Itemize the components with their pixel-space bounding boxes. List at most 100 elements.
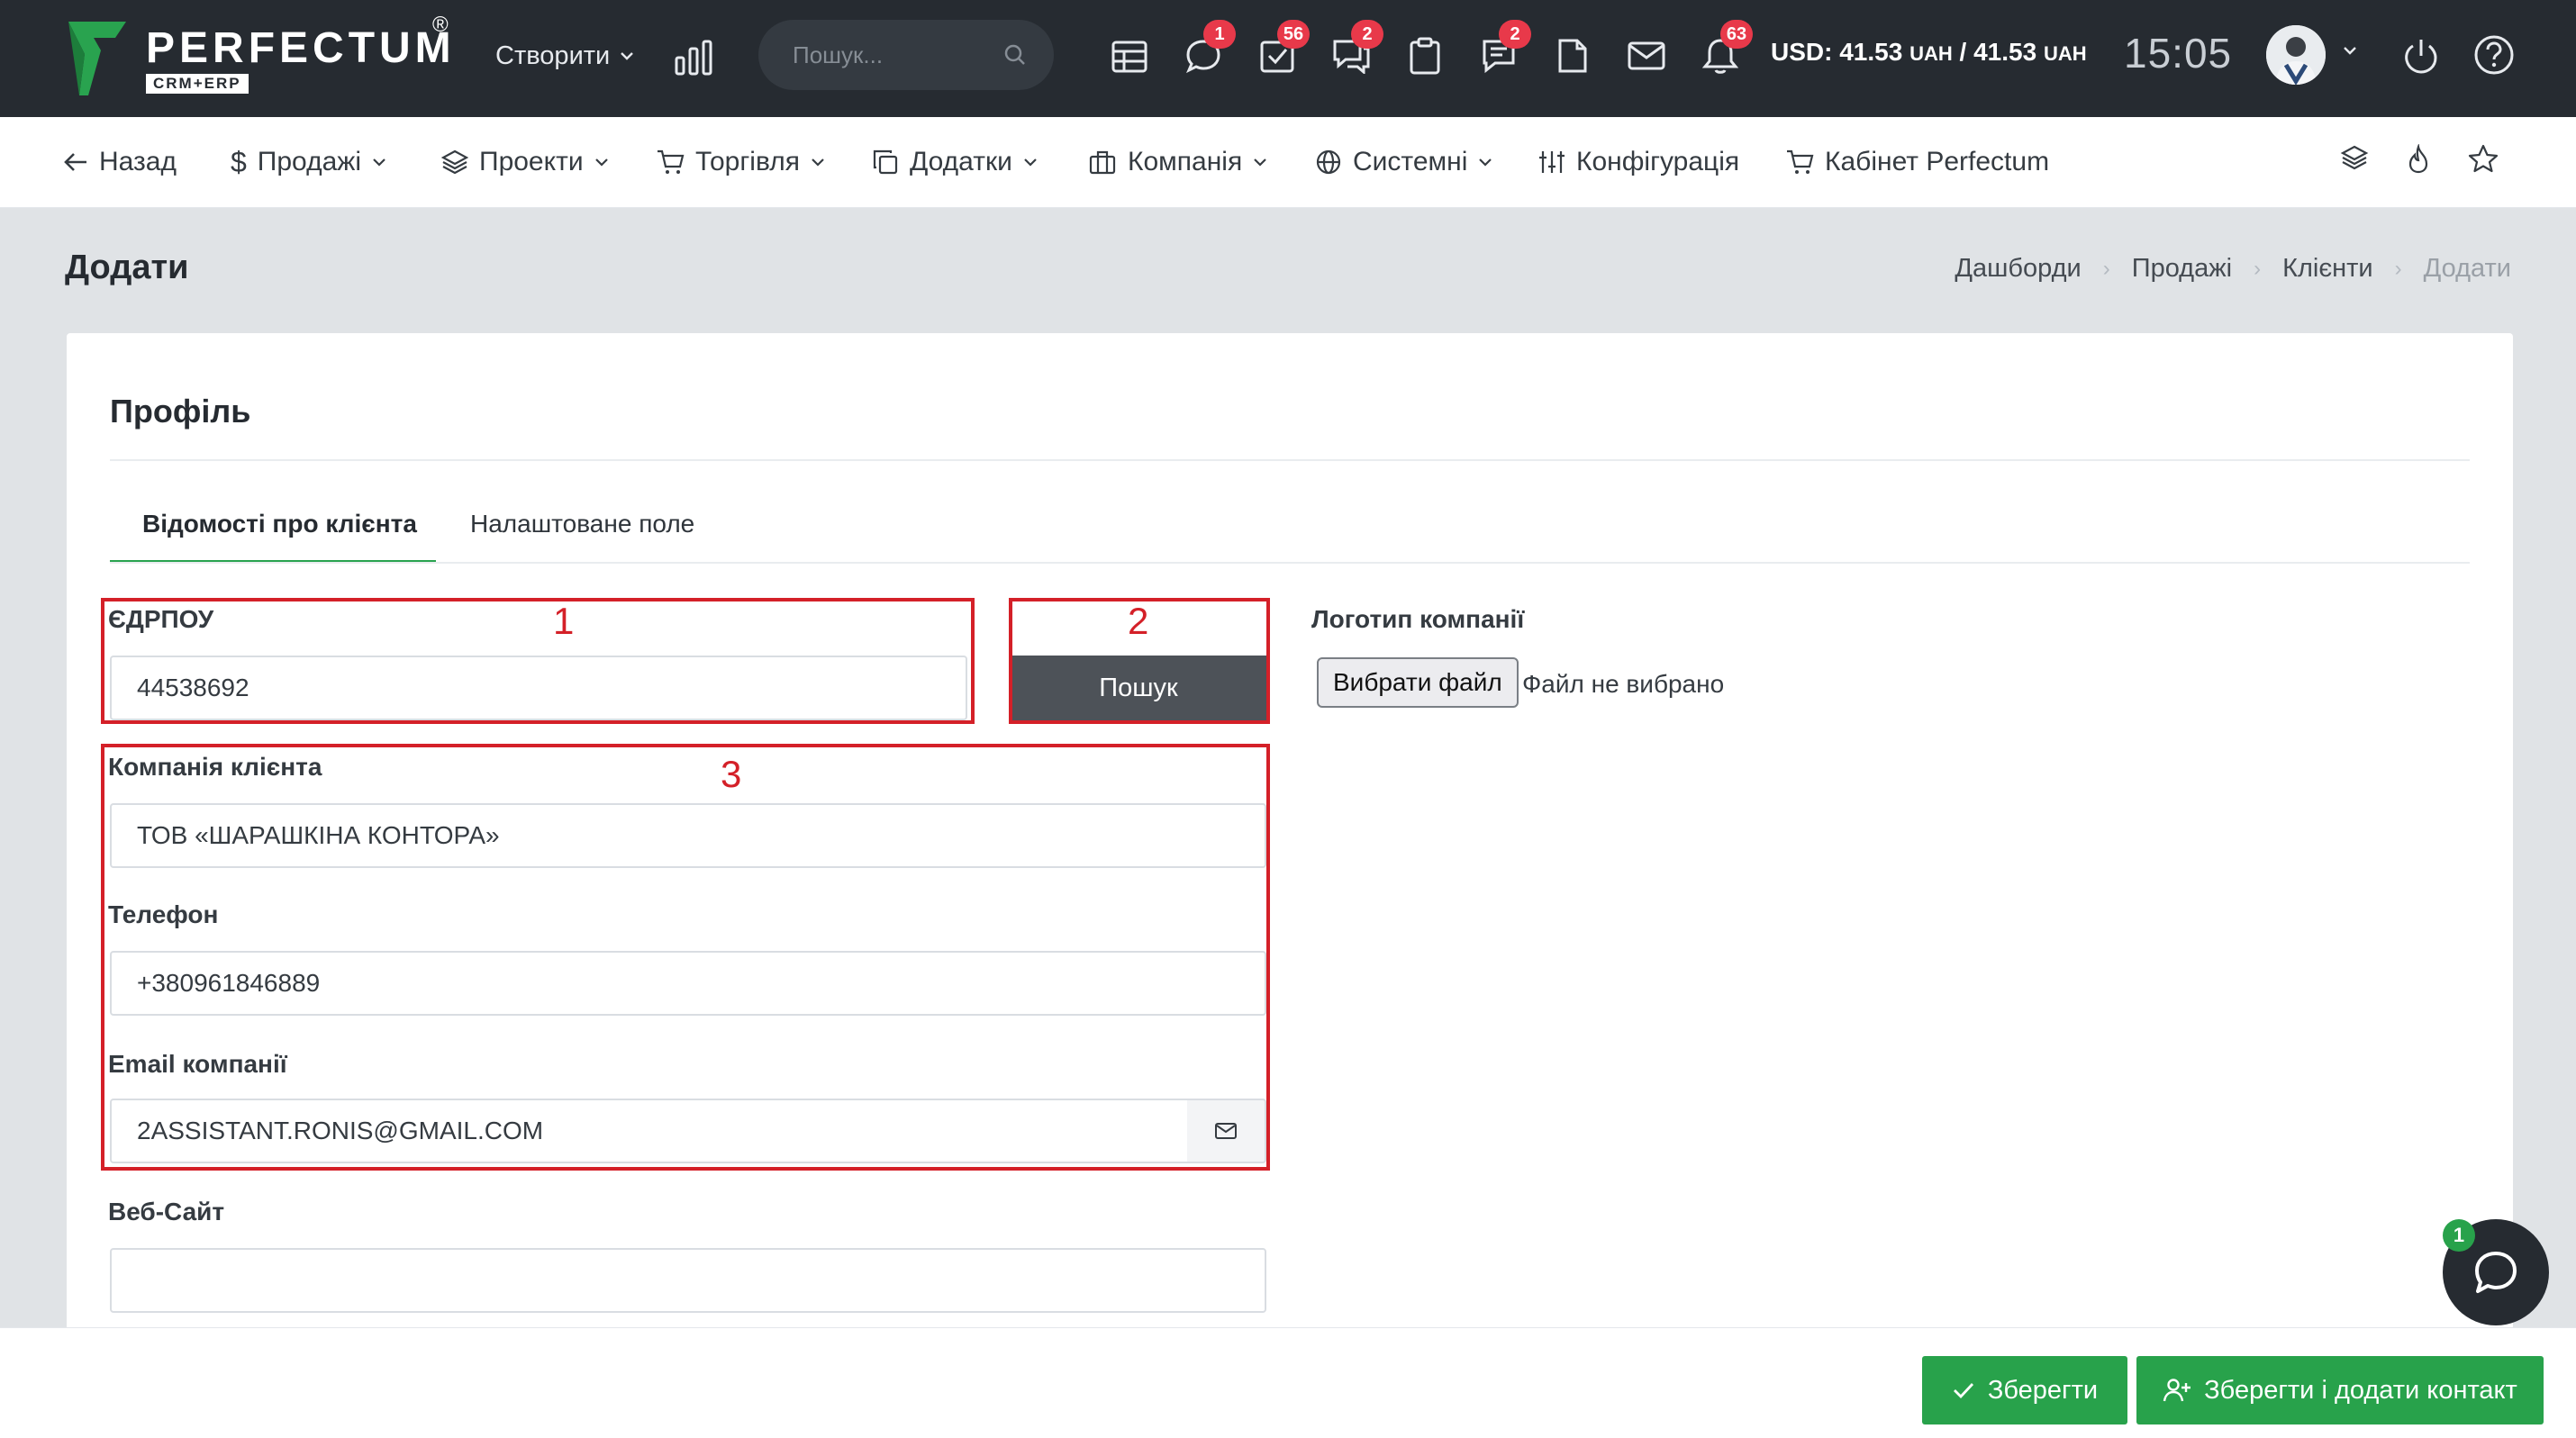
breadcrumb-dashboards[interactable]: Дашборди xyxy=(1955,254,2081,284)
tasks-icon[interactable]: 56 xyxy=(1256,20,1310,77)
nav-addons-label: Додатки xyxy=(910,147,1012,176)
breadcrumb-sales[interactable]: Продажі xyxy=(2132,254,2232,284)
cart-icon xyxy=(1787,149,1814,174)
help-icon[interactable] xyxy=(2473,34,2515,76)
clipboard-icon[interactable] xyxy=(1403,34,1447,77)
star-icon[interactable] xyxy=(2468,144,2499,173)
currency-unit-1: UAH xyxy=(1909,42,1953,65)
breadcrumb-current: Додати xyxy=(2423,254,2511,283)
dollar-icon: $ xyxy=(231,145,247,178)
tab-client-details[interactable]: Відомості про клієнта xyxy=(142,510,417,538)
chevron-down-icon xyxy=(594,158,608,167)
website-label: Веб-Сайт xyxy=(108,1198,225,1225)
layers-toggle-icon[interactable] xyxy=(2340,144,2369,173)
nav-system[interactable]: Системні xyxy=(1315,142,1492,182)
brand-name: PERFECTUM xyxy=(146,24,456,72)
card-title: Профіль xyxy=(110,393,251,430)
search-icon xyxy=(1004,44,1025,65)
calendar-icon[interactable] xyxy=(1108,34,1151,77)
currency-rate: USD: 41.53 UAH / 41.53 UAH xyxy=(1771,38,2087,67)
registered-mark: ® xyxy=(432,13,449,37)
mail-icon[interactable] xyxy=(1625,34,1668,77)
save-button[interactable]: Зберегти xyxy=(1922,1356,2127,1424)
save-and-add-contact-label: Зберегти і додати контакт xyxy=(2204,1375,2517,1405)
brand-sub: CRM+ERP xyxy=(146,74,249,94)
nav-projects[interactable]: Проекти xyxy=(441,142,609,182)
breadcrumb-separator: › xyxy=(2102,256,2110,281)
currency-prefix: USD: 41.53 xyxy=(1771,38,1910,66)
top-bar: PERFECTUM ® CRM+ERP Створити 1 56 2 2 xyxy=(0,0,2576,117)
annotation-number-2: 2 xyxy=(1128,600,1149,642)
create-dropdown[interactable]: Створити xyxy=(495,36,635,76)
save-label: Зберегти xyxy=(1987,1375,2099,1405)
nav-addons[interactable]: Додатки xyxy=(872,142,1038,182)
discussions-badge: 2 xyxy=(1351,20,1383,49)
breadcrumb-clients[interactable]: Клієнти xyxy=(2282,254,2373,284)
cart-icon xyxy=(658,149,685,174)
global-search[interactable] xyxy=(758,20,1054,90)
page-title: Додати xyxy=(65,249,189,286)
arrow-left-icon xyxy=(64,153,86,171)
nav-back[interactable]: Назад xyxy=(63,142,177,182)
brand-logo[interactable]: PERFECTUM ® CRM+ERP xyxy=(65,13,461,101)
tab-custom-field[interactable]: Налаштоване поле xyxy=(470,510,694,538)
chevron-down-icon xyxy=(812,158,824,167)
chevron-down-icon xyxy=(621,52,634,60)
check-icon xyxy=(1953,1383,1973,1399)
main-nav: Назад $ Продажі Проекти Торгівля Додатки… xyxy=(0,117,2576,208)
chat-bubble-icon xyxy=(2475,1252,2517,1293)
globe-icon xyxy=(1316,149,1341,175)
nav-trade-label: Торгівля xyxy=(695,147,800,176)
nav-back-label: Назад xyxy=(99,147,177,176)
nav-sales-label: Продажі xyxy=(257,147,361,176)
nav-config[interactable]: Конфігурація xyxy=(1538,142,1739,182)
nav-company-label: Компанія xyxy=(1128,147,1243,176)
power-icon[interactable] xyxy=(2401,36,2441,76)
file-status: Файл не вибрано xyxy=(1522,670,1725,698)
website-input[interactable] xyxy=(110,1248,1266,1313)
nav-config-label: Конфігурація xyxy=(1576,147,1740,176)
tasks-badge: 56 xyxy=(1277,20,1310,49)
bell-icon[interactable]: 63 xyxy=(1699,20,1753,77)
notes-icon[interactable]: 2 xyxy=(1477,20,1531,77)
user-avatar-icon xyxy=(2266,25,2326,85)
user-plus-icon xyxy=(2163,1379,2191,1402)
chevron-down-icon xyxy=(373,158,385,167)
document-icon[interactable] xyxy=(1551,34,1594,77)
annotation-number-1: 1 xyxy=(553,600,575,642)
nav-sales[interactable]: $ Продажі xyxy=(231,142,386,182)
nav-trade[interactable]: Торгівля xyxy=(656,142,825,182)
discussions-icon[interactable]: 2 xyxy=(1329,20,1383,77)
nav-cabinet[interactable]: Кабінет Perfectum xyxy=(1785,142,2049,182)
clock: 15:05 xyxy=(2124,30,2233,77)
chat-icon[interactable]: 1 xyxy=(1182,20,1236,77)
layers-icon xyxy=(441,149,468,175)
statistics-icon[interactable] xyxy=(674,40,713,76)
nav-cabinet-label: Кабінет Perfectum xyxy=(1825,147,2050,176)
choose-file-button[interactable]: Вибрати файл xyxy=(1317,657,1519,708)
sliders-icon xyxy=(1539,151,1565,173)
currency-unit-2: UAH xyxy=(2043,42,2087,65)
annotation-number-3: 3 xyxy=(721,753,742,795)
perfectum-logo-icon xyxy=(68,22,126,95)
nav-company[interactable]: Компанія xyxy=(1088,142,1267,182)
chevron-down-icon xyxy=(1024,158,1037,167)
breadcrumb-separator: › xyxy=(2394,256,2402,281)
avatar[interactable] xyxy=(2266,25,2326,85)
building-icon xyxy=(1089,150,1116,175)
copy-icon xyxy=(873,149,898,175)
fire-icon[interactable] xyxy=(2405,144,2432,175)
user-menu-chevron-icon[interactable] xyxy=(2342,45,2358,56)
nav-system-label: Системні xyxy=(1353,147,1468,176)
annotation-box-1 xyxy=(101,598,975,724)
currency-mid: / 41.53 xyxy=(1952,38,2044,66)
save-and-add-contact-button[interactable]: Зберегти і додати контакт xyxy=(2136,1356,2544,1424)
card-divider xyxy=(110,459,2470,461)
breadcrumb-separator: › xyxy=(2254,256,2262,281)
breadcrumb: Дашборди › Продажі › Клієнти › Додати xyxy=(1955,254,2511,284)
chevron-down-icon xyxy=(1254,158,1266,167)
chevron-down-icon xyxy=(1479,158,1492,167)
company-logo-label: Логотип компанії xyxy=(1311,605,1525,633)
notifications-badge: 63 xyxy=(1720,20,1753,49)
chat-unread-badge: 1 xyxy=(2443,1219,2475,1252)
